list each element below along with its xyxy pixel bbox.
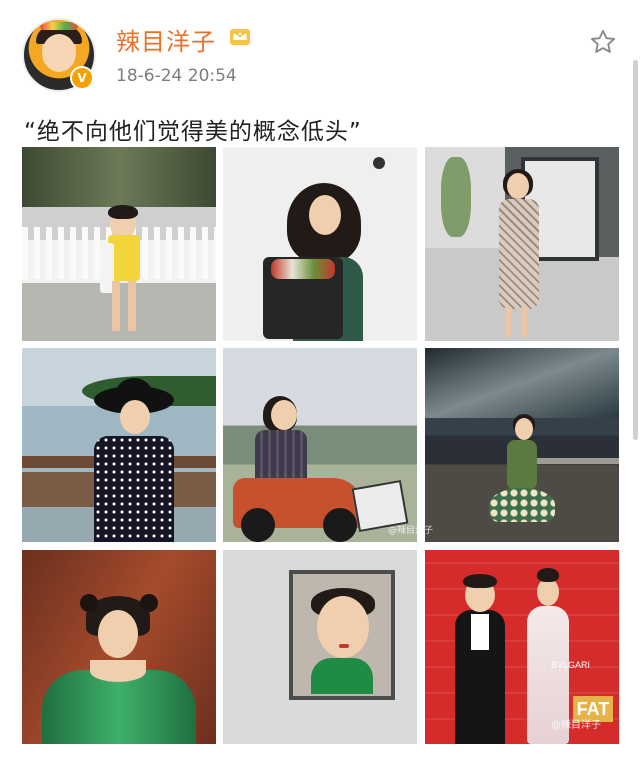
watermark-text: @辣目洋子 bbox=[551, 720, 601, 731]
post-timestamp: 18-6-24 20:54 bbox=[116, 66, 237, 86]
photo-9[interactable]: FAT BVLGARI @辣目洋子 bbox=[425, 550, 619, 744]
crown-icon bbox=[230, 29, 250, 45]
watermark-text: @辣目洋子 bbox=[388, 526, 434, 536]
star-icon[interactable] bbox=[589, 28, 617, 56]
photo-6[interactable] bbox=[425, 348, 619, 542]
photo-1[interactable] bbox=[22, 147, 216, 341]
photo-7[interactable] bbox=[22, 550, 216, 744]
scrollbar[interactable] bbox=[633, 60, 638, 440]
photo-8[interactable] bbox=[223, 550, 417, 744]
brand-text: BVLGARI bbox=[551, 660, 591, 670]
photo-3[interactable] bbox=[425, 147, 619, 341]
username[interactable]: 辣目洋子 bbox=[116, 22, 216, 57]
photo-5[interactable] bbox=[223, 348, 417, 542]
photo-2[interactable] bbox=[223, 147, 417, 341]
photo-4[interactable] bbox=[22, 348, 216, 542]
post-caption: “绝不向他们觉得美的概念低头” bbox=[24, 119, 362, 145]
verified-badge-icon: V bbox=[70, 66, 94, 90]
photo-grid: FAT BVLGARI @辣目洋子 bbox=[22, 147, 620, 747]
